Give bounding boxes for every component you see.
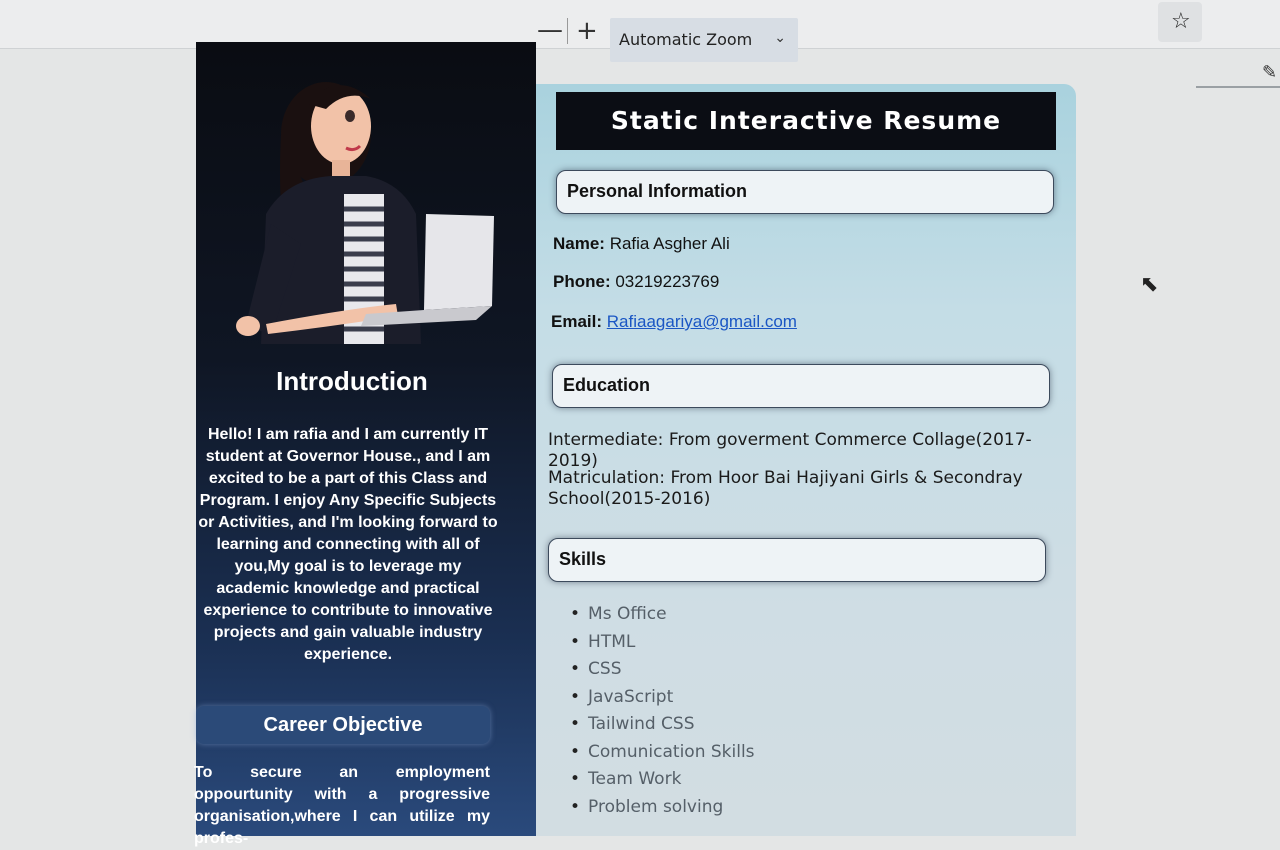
education-header: Education [552, 364, 1050, 408]
skill-item: Team Work [570, 768, 755, 796]
resume-title: Static Interactive Resume [556, 92, 1056, 150]
skill-item: JavaScript [570, 686, 755, 714]
pen-icon[interactable]: ✎ [1262, 62, 1277, 83]
skill-item: Tailwind CSS [570, 713, 755, 741]
chevron-down-icon: ⌄ [774, 30, 786, 46]
name-row: Name: Rafia Asgher Ali [553, 234, 730, 254]
bookmark-button[interactable]: ☆ [1158, 2, 1202, 42]
personal-info-header: Personal Information [556, 170, 1054, 214]
phone-value: 03219223769 [615, 272, 720, 291]
profile-avatar [236, 82, 494, 344]
zoom-out-button[interactable]: — [537, 17, 563, 43]
email-row: Email: Rafiaagariya@gmail.com [551, 312, 797, 332]
career-objective-text: To secure an employment oppourtunity wit… [194, 764, 490, 847]
zoom-select-label: Automatic Zoom [619, 30, 753, 49]
career-objective-heading: Career Objective [263, 714, 423, 736]
skills-list: Ms Office HTML CSS JavaScript Tailwind C… [570, 603, 755, 823]
name-value: Rafia Asgher Ali [609, 234, 730, 253]
star-icon: ☆ [1171, 9, 1191, 34]
matric-label: Matriculation: [548, 468, 666, 488]
skill-item: Comunication Skills [570, 741, 755, 769]
skills-header: Skills [548, 538, 1046, 582]
phone-row: Phone: 03219223769 [553, 272, 719, 292]
phone-label: Phone: [553, 272, 611, 291]
toolbar-divider [1196, 86, 1280, 88]
education-matriculation: Matriculation: From Hoor Bai Hajiyani Gi… [548, 468, 1038, 510]
toolbar-separator [567, 18, 568, 44]
email-label: Email: [551, 312, 603, 331]
skill-item: Problem solving [570, 796, 755, 824]
skill-item: CSS [570, 658, 755, 686]
name-label: Name: [553, 234, 605, 253]
email-link[interactable]: Rafiaagariya@gmail.com [607, 312, 797, 331]
mouse-cursor-icon: ⬉ [1140, 272, 1159, 297]
education-intermediate: Intermediate: From goverment Commerce Co… [548, 430, 1038, 472]
introduction-text: Hello! I am rafia and I am currently IT … [198, 426, 498, 663]
skill-item: Ms Office [570, 603, 755, 631]
intermediate-label: Intermediate: [548, 430, 664, 450]
zoom-select[interactable]: Automatic Zoom ⌄ [610, 18, 798, 62]
zoom-in-button[interactable]: + [576, 18, 598, 44]
introduction-heading: Introduction [276, 366, 428, 396]
skill-item: HTML [570, 631, 755, 659]
